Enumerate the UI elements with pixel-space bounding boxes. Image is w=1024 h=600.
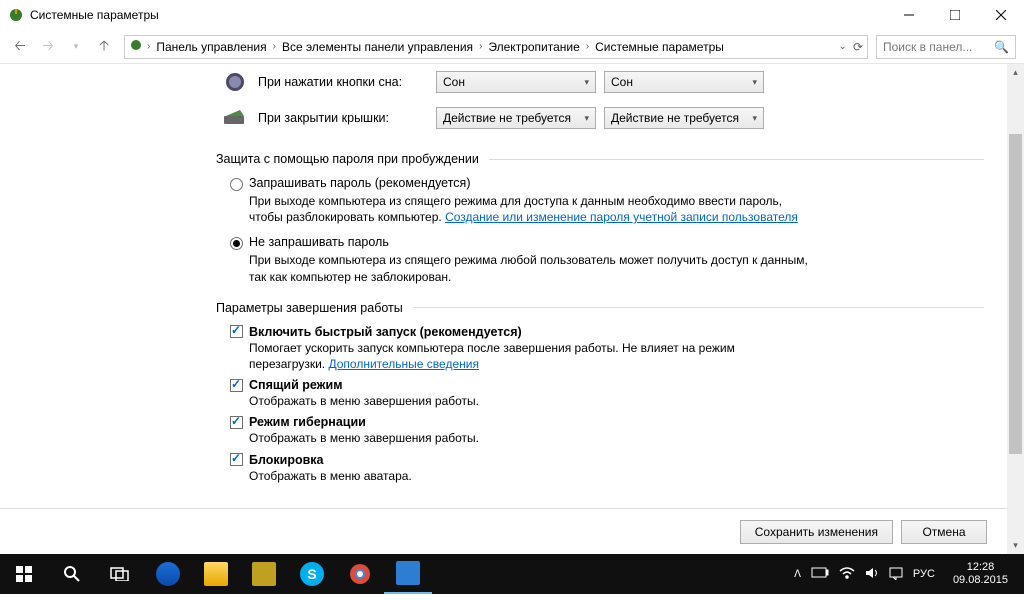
lid-close-row: При закрытии крышки: Действие не требует… <box>220 100 984 136</box>
lid-plugged-dropdown[interactable]: Действие не требуется▾ <box>604 107 764 129</box>
hibernate-desc: Отображать в меню завершения работы. <box>249 430 809 446</box>
breadcrumb-item[interactable]: Электропитание <box>486 40 581 54</box>
no-password-radio[interactable]: Не запрашивать пароль <box>230 235 984 250</box>
clock-time: 12:28 <box>953 561 1008 574</box>
notifications-icon[interactable] <box>889 566 903 583</box>
tray-chevron-icon[interactable]: ᐱ <box>794 569 801 580</box>
title-bar: Системные параметры <box>0 0 1024 30</box>
checkbox-icon <box>230 325 243 338</box>
window-title: Системные параметры <box>30 8 159 22</box>
save-button[interactable]: Сохранить изменения <box>740 520 893 544</box>
language-indicator[interactable]: РУС <box>913 568 935 580</box>
explorer-icon[interactable] <box>192 554 240 594</box>
taskbar: S ᐱ РУС 12:28 09.08.2015 <box>0 554 1024 594</box>
lock-desc: Отображать в меню аватара. <box>249 468 809 484</box>
fast-startup-desc: Помогает ускорить запуск компьютера посл… <box>249 340 809 372</box>
refresh-icon[interactable]: ⟳ <box>853 40 863 54</box>
system-tray: ᐱ РУС 12:28 09.08.2015 <box>786 561 1024 587</box>
back-button[interactable]: 🡠 <box>8 35 32 59</box>
dialog-footer: Сохранить изменения Отмена <box>0 508 1007 554</box>
scroll-thumb[interactable] <box>1009 134 1022 454</box>
wifi-icon[interactable] <box>839 567 855 582</box>
sleep-button-icon <box>220 71 250 93</box>
chevron-down-icon: ▾ <box>584 77 589 88</box>
address-bar[interactable]: › Панель управления › Все элементы панел… <box>124 35 868 59</box>
clock[interactable]: 12:28 09.08.2015 <box>945 561 1016 587</box>
edge-icon[interactable] <box>144 554 192 594</box>
chevron-right-icon: › <box>271 41 278 52</box>
checkbox-icon <box>230 379 243 392</box>
require-password-radio[interactable]: Запрашивать пароль (рекомендуется) <box>230 176 984 191</box>
create-password-link[interactable]: Создание или изменение пароля учетной за… <box>445 210 798 224</box>
lock-checkbox[interactable]: Блокировка <box>230 453 984 467</box>
chevron-down-icon: ▾ <box>752 113 757 124</box>
shutdown-section-header: Параметры завершения работы <box>216 301 984 315</box>
search-input[interactable]: Поиск в панел... 🔍 <box>876 35 1016 59</box>
search-icon: 🔍 <box>994 40 1009 54</box>
vertical-scrollbar[interactable]: ▴ ▾ <box>1007 64 1024 554</box>
radio-icon <box>230 237 243 250</box>
up-button[interactable]: 🡡 <box>92 35 116 59</box>
lid-close-icon <box>220 107 250 129</box>
app-icon <box>8 7 24 23</box>
lid-close-label: При закрытии крышки: <box>258 111 436 125</box>
require-password-desc: При выходе компьютера из спящего режима … <box>249 193 809 225</box>
search-taskbar-icon[interactable] <box>48 554 96 594</box>
breadcrumb-item[interactable]: Все элементы панели управления <box>280 40 475 54</box>
clock-date: 09.08.2015 <box>953 574 1008 587</box>
sleep-plugged-dropdown[interactable]: Сон▾ <box>604 71 764 93</box>
fast-startup-checkbox[interactable]: Включить быстрый запуск (рекомендуется) <box>230 325 984 339</box>
forward-button[interactable]: 🡢 <box>36 35 60 59</box>
minimize-button[interactable] <box>886 0 932 30</box>
password-section-header: Защита с помощью пароля при пробуждении <box>216 152 984 166</box>
sleep-battery-dropdown[interactable]: Сон▾ <box>436 71 596 93</box>
sleep-desc: Отображать в меню завершения работы. <box>249 393 809 409</box>
chevron-right-icon: › <box>145 41 152 52</box>
maximize-button[interactable] <box>932 0 978 30</box>
scroll-down-icon[interactable]: ▾ <box>1007 537 1024 554</box>
close-button[interactable] <box>978 0 1024 30</box>
cancel-button[interactable]: Отмена <box>901 520 987 544</box>
battery-icon[interactable] <box>811 567 829 581</box>
no-password-desc: При выходе компьютера из спящего режима … <box>249 252 809 284</box>
address-icon <box>129 38 143 55</box>
skype-icon[interactable]: S <box>288 554 336 594</box>
sleep-button-row: При нажатии кнопки сна: Сон▾ Сон▾ <box>220 64 984 100</box>
sleep-checkbox[interactable]: Спящий режим <box>230 378 984 392</box>
fast-startup-link[interactable]: Дополнительные сведения <box>328 357 478 371</box>
checkbox-icon <box>230 453 243 466</box>
breadcrumb-item[interactable]: Системные параметры <box>593 40 726 54</box>
chevron-right-icon: › <box>477 41 484 52</box>
breadcrumb-item[interactable]: Панель управления <box>154 40 268 54</box>
chevron-right-icon: › <box>584 41 591 52</box>
volume-icon[interactable] <box>865 566 879 583</box>
sleep-button-label: При нажатии кнопки сна: <box>258 75 436 89</box>
app-icon-2[interactable] <box>384 554 432 594</box>
task-view-icon[interactable] <box>96 554 144 594</box>
start-button[interactable] <box>0 554 48 594</box>
search-placeholder: Поиск в панел... <box>883 40 972 54</box>
nav-toolbar: 🡠 🡢 ▾ 🡡 › Панель управления › Все элемен… <box>0 30 1024 64</box>
scroll-up-icon[interactable]: ▴ <box>1007 64 1024 81</box>
chrome-icon[interactable] <box>336 554 384 594</box>
chevron-down-icon: ▾ <box>752 77 757 88</box>
app-icon-1[interactable] <box>240 554 288 594</box>
checkbox-icon <box>230 416 243 429</box>
chevron-down-icon: ▾ <box>584 113 589 124</box>
hibernate-checkbox[interactable]: Режим гибернации <box>230 415 984 429</box>
lid-battery-dropdown[interactable]: Действие не требуется▾ <box>436 107 596 129</box>
content-area: При нажатии кнопки сна: Сон▾ Сон▾ При за… <box>0 64 1024 554</box>
radio-icon <box>230 178 243 191</box>
address-dropdown-icon[interactable]: ⌄ <box>839 41 847 52</box>
recent-dropdown[interactable]: ▾ <box>64 35 88 59</box>
